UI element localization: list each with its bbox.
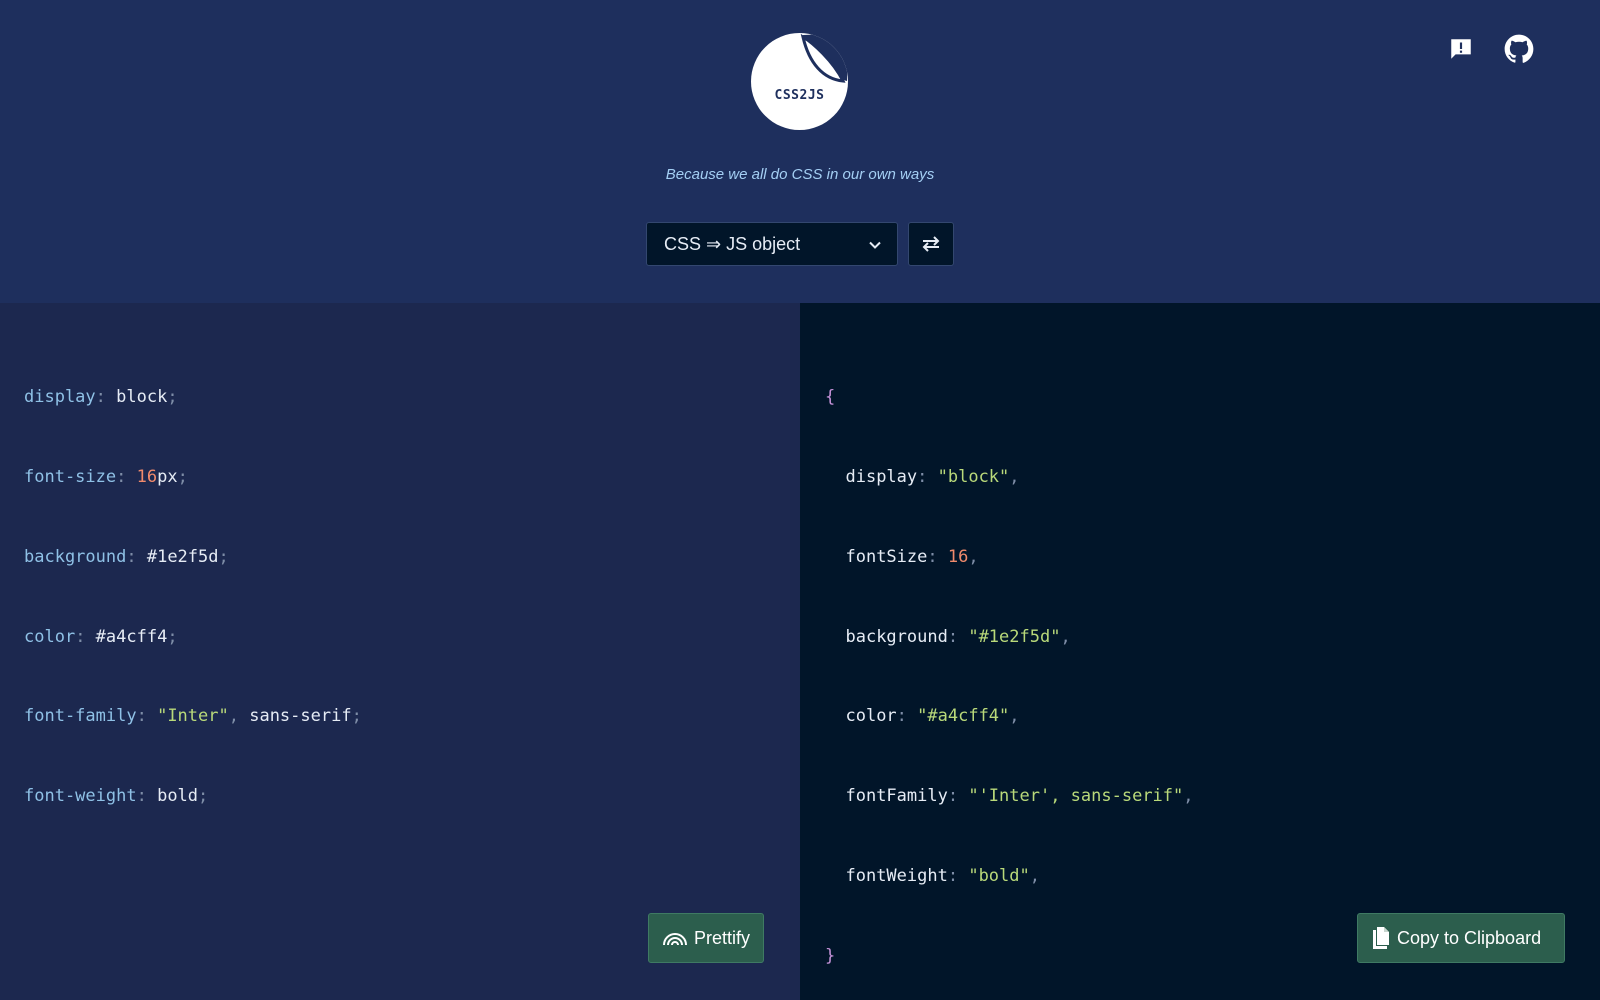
copy-to-clipboard-button[interactable]: Copy to Clipboard (1357, 913, 1565, 963)
code-line: background: "#1e2f5d", (845, 626, 1071, 647)
conversion-mode-label: CSS ⇒ JS object (664, 233, 801, 254)
code-line: color: #a4cff4; (24, 626, 178, 647)
swap-arrows-icon (922, 236, 940, 252)
copy-icon (1373, 927, 1389, 949)
css2js-logo[interactable]: CSS2JS (751, 33, 848, 130)
code-line: font-size: 16px; (24, 466, 188, 487)
code-line: } (825, 945, 836, 966)
css-input-code[interactable]: display: block; font-size: 16px; backgro… (24, 331, 362, 863)
header: CSS2JS Because we all do CSS in our own … (0, 0, 1600, 303)
js-output-code[interactable]: { display: "block", fontSize: 16, backgr… (825, 331, 1194, 1000)
copy-label: Copy to Clipboard (1397, 927, 1542, 948)
feedback-button[interactable] (1446, 34, 1476, 64)
css-input-editor[interactable]: display: block; font-size: 16px; backgro… (0, 303, 800, 1000)
prettify-label: Prettify (694, 927, 751, 948)
rainbow-icon (663, 933, 687, 946)
github-button[interactable] (1504, 34, 1534, 64)
code-line: font-weight: bold; (24, 786, 209, 807)
js-output-editor[interactable]: { display: "block", fontSize: 16, backgr… (800, 303, 1600, 1000)
code-line: fontSize: 16, (845, 546, 979, 567)
swap-direction-button[interactable] (908, 222, 954, 266)
code-line: background: #1e2f5d; (24, 546, 229, 567)
feedback-icon (1451, 39, 1471, 59)
prettify-button[interactable]: Prettify (648, 913, 764, 963)
code-line: fontFamily: "'Inter', sans-serif", (845, 786, 1194, 807)
conversion-mode-select[interactable]: CSS ⇒ JS object (646, 222, 898, 266)
code-line: font-family: "Inter", sans-serif; (24, 706, 362, 727)
code-line: fontWeight: "bold", (845, 865, 1040, 886)
code-line: color: "#a4cff4", (845, 706, 1020, 727)
github-icon (1504, 34, 1534, 63)
code-line: display: block; (24, 387, 178, 408)
code-line: display: "block", (845, 466, 1020, 487)
logo-text: CSS2JS (774, 88, 825, 103)
chevron-down-icon (869, 241, 881, 249)
tagline: Because we all do CSS in our own ways (665, 166, 935, 183)
code-line: { (825, 387, 836, 408)
logo-peel-shape (800, 33, 848, 83)
